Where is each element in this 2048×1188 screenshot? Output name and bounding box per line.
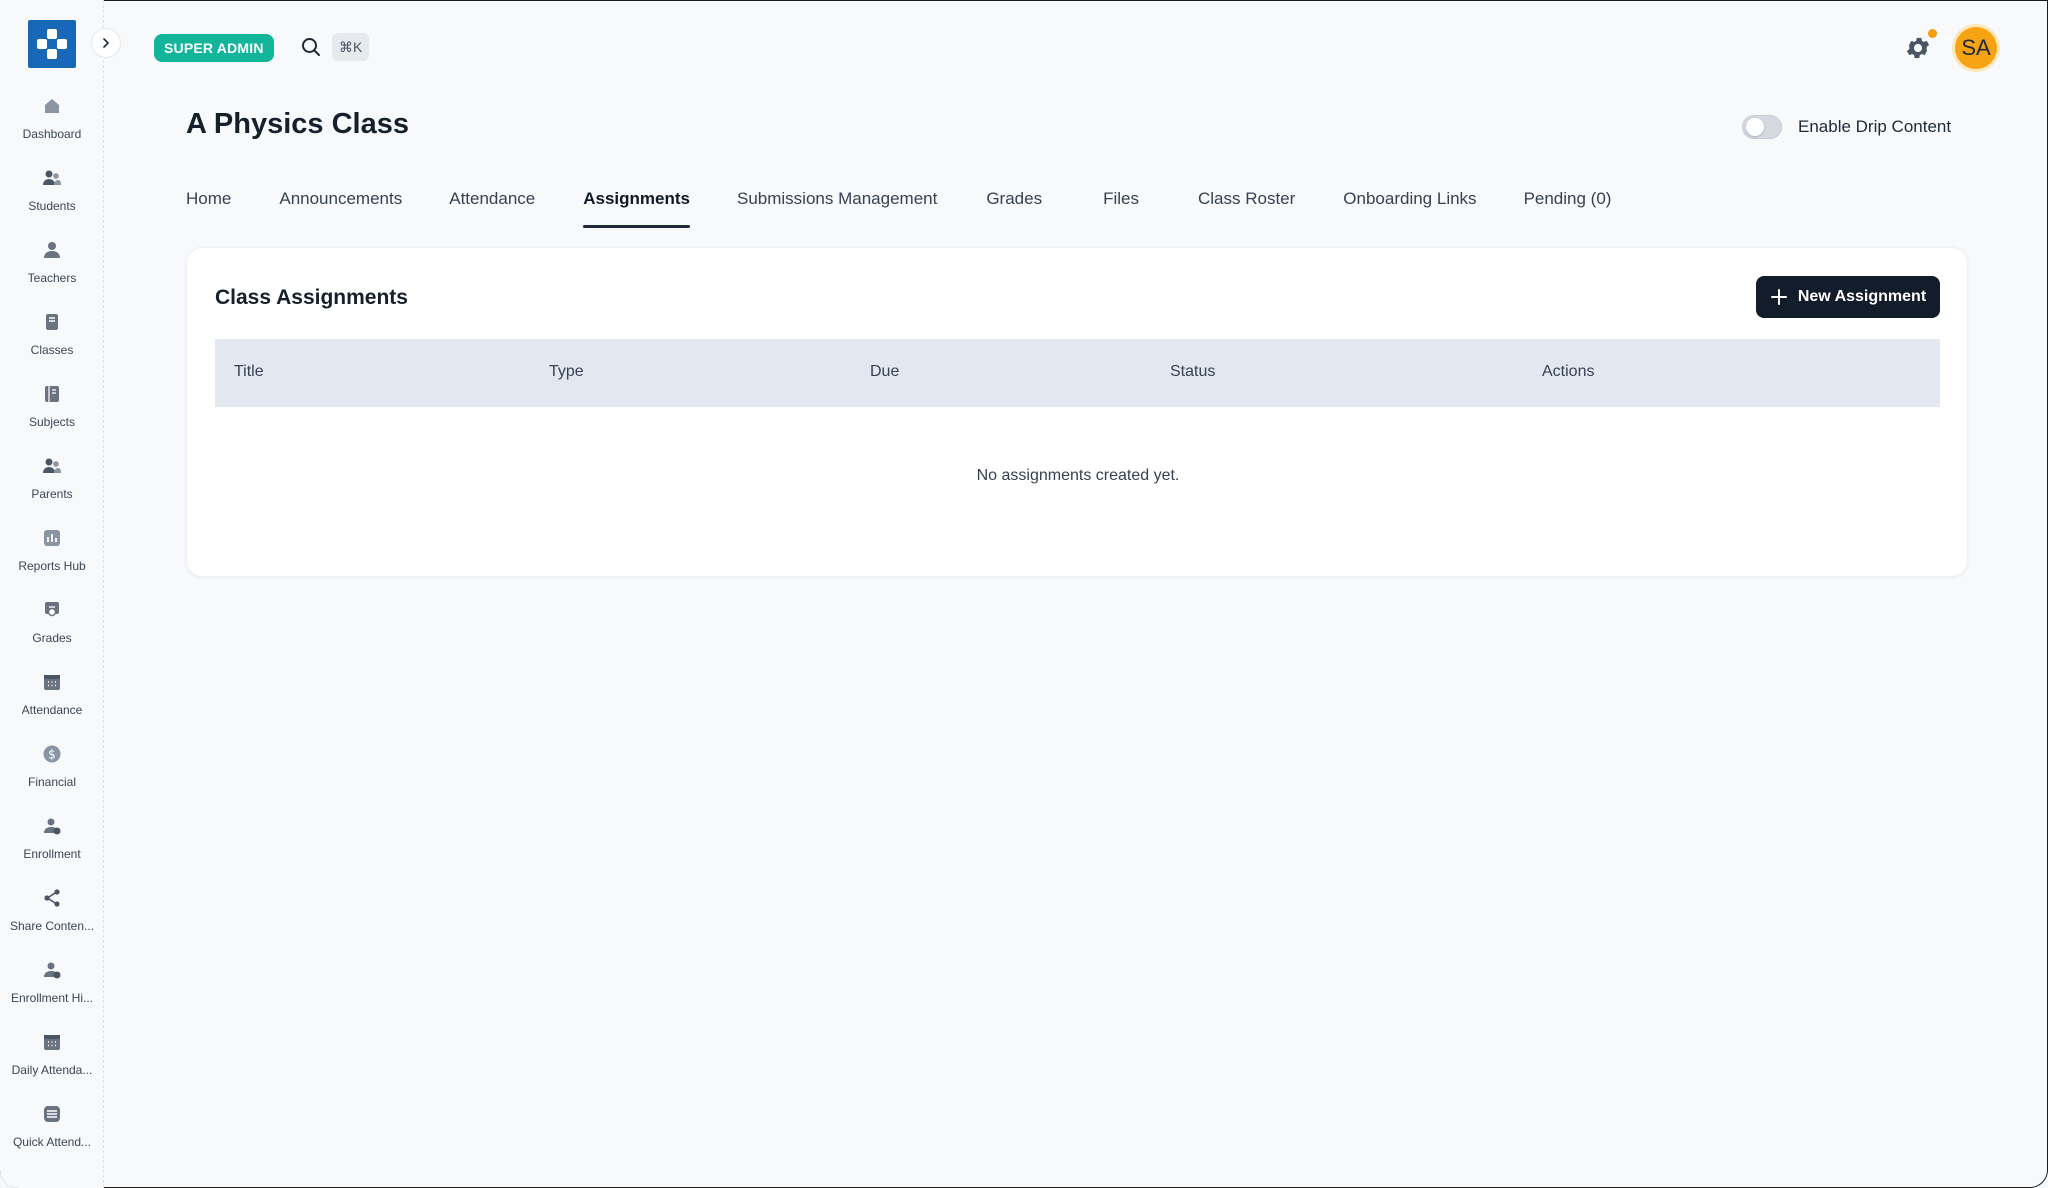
book-icon: [40, 310, 64, 334]
home-icon: [40, 94, 64, 118]
column-header-type[interactable]: Type: [549, 363, 584, 381]
calendar-icon: [40, 670, 64, 694]
page-title: A Physics Class: [186, 108, 409, 140]
class-tabs: Home Announcements Attendance Assignments Su…: [186, 182, 1611, 228]
sidebar-item-teachers[interactable]: Teachers: [0, 236, 104, 308]
sidebar-item-enrollment-hi[interactable]: Enrollment Hi...: [0, 956, 104, 1028]
column-header-title[interactable]: Title: [234, 363, 264, 381]
column-header-actions[interactable]: Actions: [1542, 363, 1594, 381]
sidebar: Dashboard Students Teachers Classes Subjects…: [0, 0, 104, 1188]
sidebar-item-label: Share Conten...: [9, 919, 95, 933]
sidebar-nav: Dashboard Students Teachers Classes Subjects…: [0, 92, 104, 1172]
sidebar-item-parents[interactable]: Parents: [0, 452, 104, 524]
column-header-status[interactable]: Status: [1170, 363, 1215, 381]
svg-text:$: $: [48, 748, 56, 762]
sidebar-item-classes[interactable]: Classes: [0, 308, 104, 380]
new-assignment-button[interactable]: New Assignment: [1756, 276, 1940, 318]
user-clock-icon: [40, 958, 64, 982]
user-icon: [40, 238, 64, 262]
new-assignment-label: New Assignment: [1797, 288, 1927, 305]
sidebar-item-label: Daily Attenda...: [11, 1063, 93, 1077]
logo-mark-icon: [37, 29, 67, 59]
tab-attendance[interactable]: Attendance: [449, 182, 535, 228]
tab-assignments[interactable]: Assignments: [583, 182, 690, 228]
sidebar-item-daily-attenda[interactable]: Daily Attenda...: [0, 1028, 104, 1100]
users-icon: [40, 166, 64, 190]
sidebar-item-label: Reports Hub: [18, 559, 86, 573]
share-icon: [40, 886, 64, 910]
sidebar-item-grades[interactable]: Grades: [0, 596, 104, 668]
dollar-icon: $: [40, 742, 64, 766]
sidebar-item-label: Students: [28, 199, 76, 213]
app-window: Dashboard Students Teachers Classes Subjects…: [0, 0, 2048, 1188]
search-icon[interactable]: [300, 36, 322, 58]
sidebar-item-dashboard[interactable]: Dashboard: [0, 92, 104, 164]
tab-home[interactable]: Home: [186, 182, 231, 228]
column-header-due[interactable]: Due: [870, 363, 899, 381]
card-title: Class Assignments: [215, 286, 408, 309]
sidebar-item-quick-attend[interactable]: Quick Attend...: [0, 1100, 104, 1172]
sidebar-item-label: Classes: [30, 343, 74, 357]
role-badge: SUPER ADMIN: [154, 34, 274, 62]
calendar-icon: [40, 1030, 64, 1054]
sidebar-item-subjects[interactable]: Subjects: [0, 380, 104, 452]
tab-class-roster[interactable]: Class Roster: [1198, 182, 1295, 228]
users-icon: [40, 454, 64, 478]
list-check-icon: [40, 1102, 64, 1126]
sidebar-item-label: Quick Attend...: [12, 1135, 92, 1149]
drip-content-toggle[interactable]: [1742, 115, 1782, 139]
sidebar-item-label: Financial: [27, 775, 77, 789]
sidebar-item-label: Dashboard: [22, 127, 82, 141]
sidebar-item-attendance[interactable]: Attendance: [0, 668, 104, 740]
sidebar-item-reports-hub[interactable]: Reports Hub: [0, 524, 104, 596]
search-shortcut-hint[interactable]: ⌘K: [332, 33, 370, 61]
tab-pending-0[interactable]: Pending (0): [1524, 182, 1612, 228]
tab-onboarding-links[interactable]: Onboarding Links: [1343, 182, 1476, 228]
drip-content-control: Enable Drip Content: [1742, 115, 1951, 139]
tab-files[interactable]: Files: [1103, 182, 1139, 228]
sidebar-item-label: Grades: [32, 631, 72, 645]
tab-grades[interactable]: Grades: [986, 182, 1042, 228]
sidebar-item-label: Attendance: [21, 703, 83, 717]
sidebar-item-label: Enrollment: [23, 847, 81, 861]
drip-content-label: Enable Drip Content: [1798, 117, 1952, 136]
sidebar-item-financial[interactable]: $ Financial: [0, 740, 104, 812]
table-header: Title Type Due Status Actions: [215, 339, 1940, 407]
toggle-knob: [1746, 118, 1764, 136]
chevron-right-icon: [103, 38, 110, 48]
avatar[interactable]: SA: [1955, 27, 1997, 69]
notebook-icon: [40, 382, 64, 406]
sidebar-toggle-button[interactable]: [91, 28, 121, 58]
user-plus-icon: [40, 814, 64, 838]
tab-announcements[interactable]: Announcements: [279, 182, 402, 228]
logo[interactable]: [28, 20, 76, 68]
sidebar-item-students[interactable]: Students: [0, 164, 104, 236]
sidebar-item-share-conten[interactable]: Share Conten...: [0, 884, 104, 956]
award-icon: [40, 598, 64, 622]
sidebar-item-enrollment[interactable]: Enrollment: [0, 812, 104, 884]
bar-chart-icon: [40, 526, 64, 550]
assignments-card: Class Assignments New Assignment Title Ty…: [186, 247, 1968, 577]
empty-state-message: No assignments created yet.: [976, 467, 1180, 484]
tab-submissions-management[interactable]: Submissions Management: [737, 182, 937, 228]
notification-dot: [1928, 29, 1937, 38]
sidebar-item-label: Parents: [31, 487, 73, 501]
gear-icon[interactable]: [1904, 34, 1932, 62]
sidebar-item-label: Enrollment Hi...: [10, 991, 94, 1005]
sidebar-item-label: Subjects: [28, 415, 76, 429]
sidebar-item-label: Teachers: [27, 271, 77, 285]
plus-icon: [1770, 289, 1787, 305]
